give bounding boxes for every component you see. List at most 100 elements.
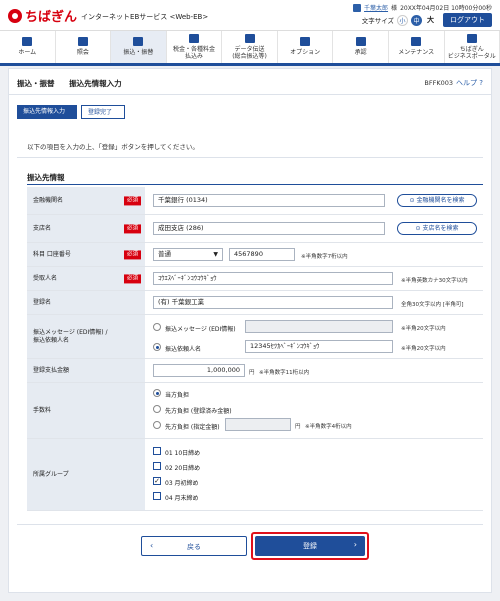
instruction-text: 以下の項目を入力の上、「登録」ボタンを押してください。 <box>27 143 199 151</box>
edi-message-field[interactable] <box>245 320 393 333</box>
label-text: 受取人名 <box>33 274 58 282</box>
tax-icon <box>188 33 199 43</box>
font-small-button[interactable]: 小 <box>397 14 408 26</box>
fee-payer-label: 当方負担 <box>165 392 190 399</box>
fee-unit: 円 <box>295 424 301 430</box>
value-amount: 1,000,000 円 ※半角数字11桁以内 <box>145 359 483 382</box>
value-edi: 振込メッセージ (EDI情報) ※半角20文字以内 振込依頼人名 12345ｾﾂ… <box>145 315 483 358</box>
font-size-controls: 文字サイズ 小 中 大 ログアウト <box>362 13 492 27</box>
chevron-down-icon: ▼ <box>213 251 218 258</box>
nav-approve[interactable]: 承認 <box>333 31 389 63</box>
help-label: ヘルプ <box>456 79 478 87</box>
nav-tax[interactable]: 税金・各種料金 払込み <box>167 31 223 63</box>
nav-data[interactable]: データ伝送 (総合振込等) <box>222 31 278 63</box>
group-checkbox[interactable] <box>153 447 161 455</box>
row-group: 所属グループ 01 10日締め 02 20日締め ✓ 03 月初締め 04 月末… <box>27 439 483 511</box>
amount-note: ※半角数字11桁以内 <box>259 370 310 376</box>
logout-button[interactable]: ログアウト <box>443 13 492 27</box>
label-text: 金融機関名 <box>33 196 64 204</box>
page-title: 振込先情報入力 <box>69 79 122 88</box>
button-divider <box>17 524 483 525</box>
back-label: 戻る <box>187 543 201 551</box>
fee-note: ※半角数字4桁以内 <box>305 424 352 430</box>
user-icon <box>353 3 362 12</box>
reg-name-note: 全角30文字以内 [半角可] <box>401 302 464 308</box>
section-title: 振込先情報 <box>27 173 65 182</box>
row-reg-name: 登録名 (有) 千葉銀工業 全角30文字以内 [半角可] <box>27 291 483 315</box>
label-text: 科目 口座番号 <box>33 250 71 258</box>
group-option: 02 20日締め <box>165 465 201 472</box>
account-number-field[interactable]: 4567890 <box>229 248 295 261</box>
recipient-note: ※半角英数カナ30文字以内 <box>401 278 468 284</box>
section-underline <box>27 184 483 185</box>
recipient-field[interactable]: ｺｳｴｽﾍﾞｰｷﾞﾝｺｳｺｳｷﾞｮｳ <box>153 272 393 285</box>
logo-mark-icon <box>8 8 22 23</box>
font-size-label: 文字サイズ <box>361 17 394 25</box>
help-link[interactable]: ヘルプ ? <box>456 78 483 88</box>
font-medium-button[interactable]: 中 <box>411 14 422 26</box>
step-next: 登録完了 <box>81 105 126 119</box>
row-branch: 支店名 必須 成田支店 (286) ⊙ 支店名を検索 <box>27 215 483 243</box>
login-time: 20XX年04月02日 10時00分00秒 <box>400 5 492 12</box>
nav-label: ちばぎん ビジネスポータル <box>447 45 496 60</box>
edi-message-label: 振込メッセージ (EDI情報) <box>165 326 236 333</box>
row-amount: 登録支払金額 1,000,000 円 ※半角数字11桁以内 <box>27 359 483 383</box>
label-text: 振込メッセージ (EDI情報) / <box>33 328 108 336</box>
search-icon: ⊙ <box>415 225 421 232</box>
required-badge: 必須 <box>123 273 141 284</box>
nav-label: 照会 <box>76 49 89 57</box>
back-button[interactable]: ‹ 戻る <box>141 536 247 556</box>
fee-specified-radio[interactable] <box>153 421 161 429</box>
bank-search-button[interactable]: ⊙ 金融機関名を検索 <box>397 194 477 207</box>
edi-message-radio[interactable] <box>153 323 161 331</box>
bank-logo: ちばぎん インターネットEBサービス <Web-EB> <box>8 6 208 25</box>
nav-portal[interactable]: ちばぎん ビジネスポータル <box>445 31 500 63</box>
submit-button[interactable]: 登録 › <box>255 536 365 556</box>
row-account: 科目 口座番号 必須 普通 ▼ 4567890 ※半角数字7桁以内 <box>27 243 483 267</box>
nav-option[interactable]: オプション <box>278 31 334 63</box>
label-amount: 登録支払金額 <box>27 359 145 382</box>
row-edi: 振込メッセージ (EDI情報) / 振込依頼人名 振込メッセージ (EDI情報)… <box>27 315 483 359</box>
nav-transfer[interactable]: 振込・振替 <box>111 31 167 63</box>
reg-name-field[interactable]: (有) 千葉銀工業 <box>153 296 393 309</box>
search-icon: ⊙ <box>409 197 415 204</box>
amount-field[interactable]: 1,000,000 <box>153 364 245 377</box>
group-checkbox-checked[interactable]: ✓ <box>153 477 161 485</box>
group-checkbox[interactable] <box>153 492 161 500</box>
remitter-name-radio[interactable] <box>153 343 161 351</box>
row-bank: 金融機関名 必須 千葉銀行 (0134) ⊙ 金融機関名を検索 <box>27 187 483 215</box>
group-option: 01 10日締め <box>165 450 201 457</box>
branch-field[interactable]: 成田支店 (286) <box>153 222 385 235</box>
nav-inquiry[interactable]: 照会 <box>56 31 112 63</box>
bank-field[interactable]: 千葉銀行 (0134) <box>153 194 385 207</box>
label-text: 登録支払金額 <box>33 366 70 374</box>
account-type-select[interactable]: 普通 ▼ <box>153 248 223 261</box>
step-current: 振込先情報入力 <box>17 105 78 119</box>
nav-maintenance[interactable]: メンテナンス <box>389 31 445 63</box>
user-suffix: 様 <box>391 5 398 12</box>
label-reg-name: 登録名 <box>27 291 145 314</box>
label-branch: 支店名 必須 <box>27 215 145 242</box>
user-name[interactable]: 千葉太郎 <box>364 3 388 12</box>
fee-amount-field[interactable] <box>225 418 291 431</box>
data-icon <box>244 33 255 43</box>
home-icon <box>22 37 33 47</box>
screen-id: BFFK003 <box>424 79 453 87</box>
service-name: インターネットEBサービス <Web-EB> <box>81 13 209 21</box>
fee-payer-radio[interactable] <box>153 389 161 397</box>
row-recipient: 受取人名 必須 ｺｳｴｽﾍﾞｰｷﾞﾝｺｳｺｳｷﾞｮｳ ※半角英数カナ30文字以内 <box>27 267 483 291</box>
branch-search-button[interactable]: ⊙ 支店名を検索 <box>397 222 477 235</box>
value-reg-name: (有) 千葉銀工業 全角30文字以内 [半角可] <box>145 291 483 314</box>
document-icon <box>77 37 88 47</box>
label-text: 所属グループ <box>33 470 69 478</box>
value-bank: 千葉銀行 (0134) ⊙ 金融機関名を検索 <box>145 187 483 214</box>
approve-icon <box>355 37 366 47</box>
label-text: 手数料 <box>33 406 52 414</box>
remitter-name-field[interactable]: 12345ｾﾂｶﾍﾞｰｷﾞﾝｺｳｷﾞｮｳ <box>245 340 393 353</box>
transfer-icon <box>133 37 144 47</box>
fee-registered-radio[interactable] <box>153 405 161 413</box>
nav-label: 税金・各種料金 払込み <box>172 45 215 60</box>
group-checkbox[interactable] <box>153 462 161 470</box>
nav-home[interactable]: ホーム <box>0 31 56 63</box>
font-large-button[interactable]: 大 <box>425 14 436 26</box>
